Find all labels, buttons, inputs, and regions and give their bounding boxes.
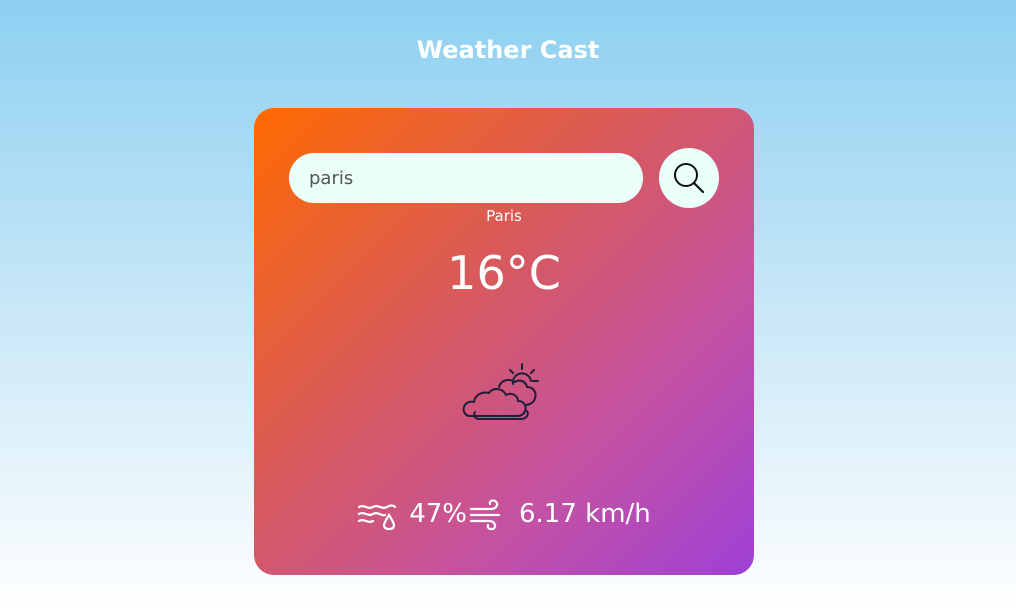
humidity-value: 47%	[409, 499, 467, 529]
search-input[interactable]	[289, 153, 643, 203]
humidity-icon	[357, 498, 397, 530]
weather-card: Paris 16°C	[254, 108, 754, 575]
wind-speed-value: 6.17 km/h	[519, 499, 651, 529]
wind-icon	[469, 498, 505, 530]
search-icon	[672, 161, 706, 195]
temperature: 16°C	[447, 246, 561, 300]
city-name: Paris	[486, 207, 522, 225]
weather-stats: 47% 6.17 km/h	[254, 496, 754, 532]
app-title: Weather Cast	[416, 36, 600, 64]
partly-cloudy-icon	[461, 361, 545, 423]
search-button[interactable]	[659, 148, 719, 208]
